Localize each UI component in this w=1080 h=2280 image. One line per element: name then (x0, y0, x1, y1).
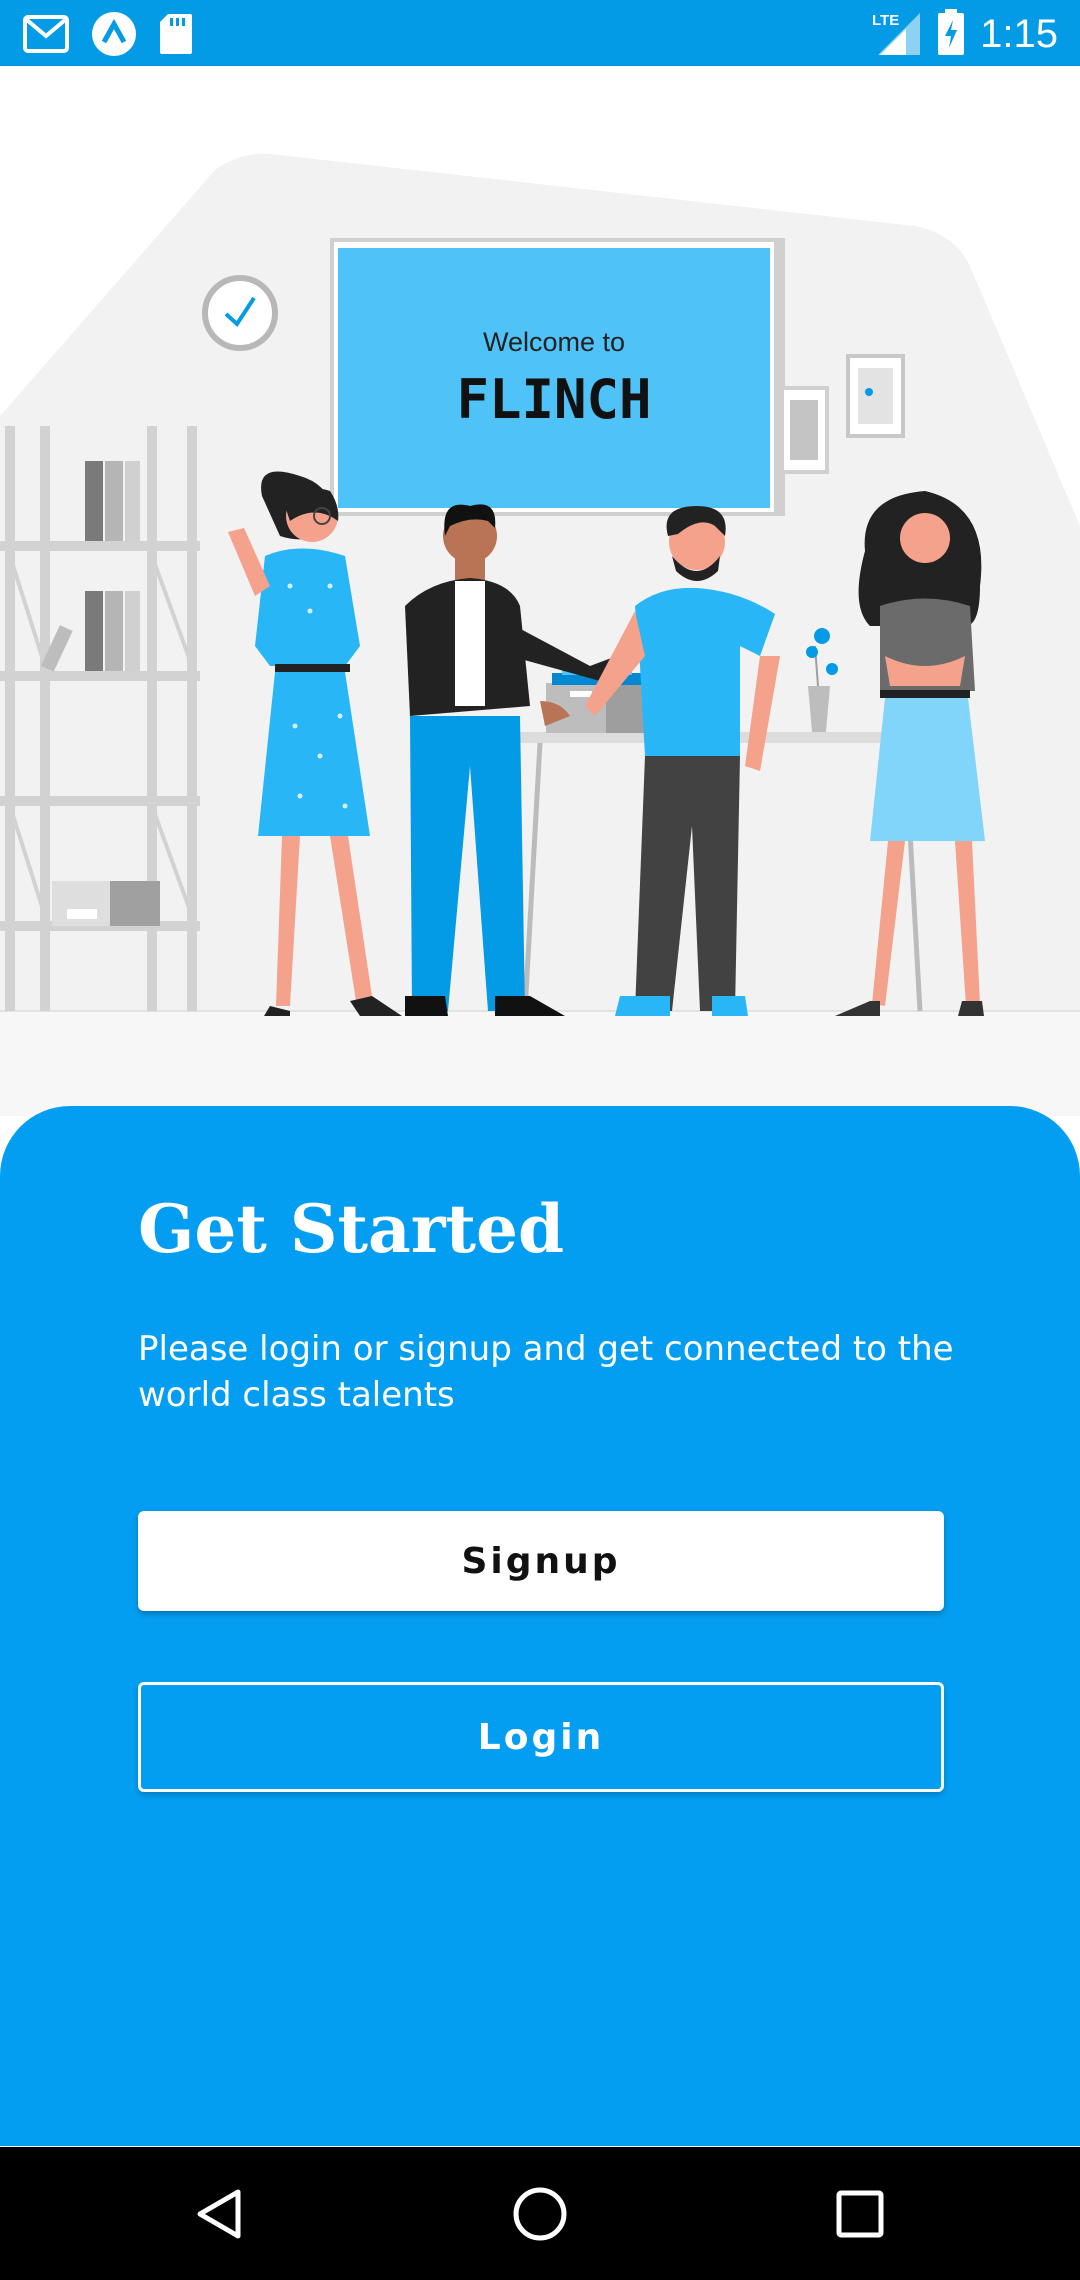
login-button[interactable]: Login (138, 1682, 944, 1792)
screen-welcome-text: Welcome to (483, 327, 625, 357)
status-time: 1:15 (980, 12, 1058, 56)
page-title: Get Started (138, 1190, 565, 1268)
status-left-icons (22, 10, 194, 62)
floor (0, 1011, 1080, 1116)
status-bar: LTE 1:15 (0, 0, 1080, 66)
svg-text:LTE: LTE (872, 12, 899, 29)
home-icon[interactable] (505, 2179, 575, 2249)
wall-clock-icon (202, 275, 278, 351)
screen-brand-text: FLINCH (456, 368, 651, 431)
gmail-icon (22, 12, 70, 60)
battery-charging-icon (936, 8, 966, 60)
wall-screen: Welcome to FLINCH (330, 238, 785, 516)
recents-icon[interactable] (825, 2179, 895, 2249)
lte-signal-icon: LTE (872, 9, 922, 59)
status-right-icons: LTE 1:15 (872, 8, 1058, 60)
team-illustration: Welcome to FLINCH (0, 153, 1080, 1116)
navigation-bar (0, 2147, 1080, 2280)
app-launcher-icon (90, 10, 138, 62)
sd-card-icon (158, 12, 194, 60)
page-subtitle: Please login or signup and get connected… (138, 1329, 954, 1415)
signup-button[interactable]: Signup (138, 1511, 944, 1611)
back-icon[interactable] (185, 2179, 255, 2249)
